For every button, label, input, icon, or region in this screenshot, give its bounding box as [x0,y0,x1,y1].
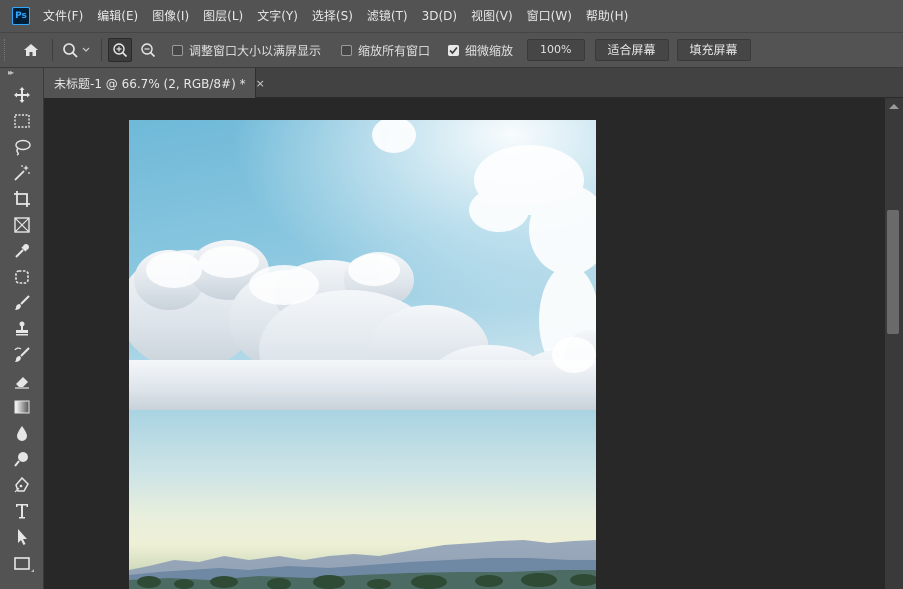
resize-windows-checkbox[interactable] [172,44,183,56]
menu-bar: Ps 文件(F) 编辑(E) 图像(I) 图层(L) 文字(Y) 选择(S) 滤… [0,0,903,32]
scrollbar-thumb[interactable] [887,210,899,334]
document-tab[interactable]: 未标题-1 @ 66.7% (2, RGB/8#) * × [44,68,265,98]
options-bar: 调整窗口大小以满屏显示 缩放所有窗口 细微缩放 100% 适合屏幕 填充屏幕 [0,32,903,68]
resize-windows-option[interactable]: 调整窗口大小以满屏显示 [172,42,321,59]
lasso-tool-icon[interactable] [0,134,44,160]
brush-tool-icon[interactable] [0,290,44,316]
type-tool-icon[interactable] [0,498,44,524]
options-separator [101,39,102,61]
menu-type[interactable]: 文字(Y) [250,0,305,32]
eraser-tool-icon[interactable] [0,368,44,394]
path-select-tool-icon[interactable] [0,524,44,550]
scrubby-zoom-option[interactable]: 细微缩放 [448,42,513,59]
sky-image [129,120,596,410]
rectangle-tool-icon[interactable] [0,550,44,576]
checkmark-icon [449,46,458,54]
options-bar-grip[interactable] [4,39,8,61]
stamp-tool-icon[interactable] [0,316,44,342]
zoom-all-windows-checkbox[interactable] [341,44,353,56]
tools-panel: ▸▸ [0,68,44,589]
mountains-image [129,540,596,589]
document-tab-title: 未标题-1 @ 66.7% (2, RGB/8#) * [54,76,246,91]
magic-wand-tool-icon[interactable] [0,160,44,186]
menu-view[interactable]: 视图(V) [464,0,520,32]
gradient-tool-icon[interactable] [0,394,44,420]
zoom-in-icon[interactable] [108,38,132,62]
menu-edit[interactable]: 编辑(E) [90,0,145,32]
document-canvas[interactable] [129,120,596,589]
resize-windows-label: 调整窗口大小以满屏显示 [189,43,322,58]
close-icon[interactable]: × [256,77,265,90]
photoshop-logo[interactable]: Ps [12,7,30,25]
pen-tool-icon[interactable] [0,472,44,498]
canvas-view[interactable] [44,98,885,589]
marquee-tool-icon[interactable] [0,108,44,134]
patch-tool-icon[interactable] [0,264,44,290]
zoom-out-icon[interactable] [136,38,160,62]
landscape-image [129,410,596,589]
fit-screen-button[interactable]: 适合屏幕 [594,39,669,61]
zoom-percent-field[interactable]: 100% [527,39,585,61]
crop-tool-icon[interactable] [0,186,44,212]
zoom-all-windows-option[interactable]: 缩放所有窗口 [341,42,430,59]
blur-tool-icon[interactable] [0,420,44,446]
zoom-preset-picker[interactable] [59,38,95,62]
eyedropper-tool-icon[interactable] [0,238,44,264]
dodge-tool-icon[interactable] [0,446,44,472]
history-brush-tool-icon[interactable] [0,342,44,368]
scrubby-zoom-label: 细微缩放 [465,43,514,58]
document-tab-bar: 未标题-1 @ 66.7% (2, RGB/8#) * × [44,68,903,98]
options-separator [52,39,53,61]
vertical-scrollbar[interactable] [885,98,903,589]
menu-file[interactable]: 文件(F) [36,0,90,32]
tools-panel-collapse[interactable]: ▸▸ [0,68,43,78]
menu-filter[interactable]: 滤镜(T) [360,0,415,32]
menu-select[interactable]: 选择(S) [305,0,360,32]
frame-tool-icon[interactable] [0,212,44,238]
fill-screen-button[interactable]: 填充屏幕 [676,39,751,61]
move-tool-icon[interactable] [0,82,44,108]
menu-image[interactable]: 图像(I) [145,0,196,32]
scrubby-zoom-checkbox[interactable] [448,44,460,56]
home-icon[interactable] [16,38,46,62]
document-area: 未标题-1 @ 66.7% (2, RGB/8#) * × [44,68,903,589]
clouds-image [129,120,596,410]
zoom-all-windows-label: 缩放所有窗口 [358,43,431,58]
scroll-up-icon[interactable] [889,104,899,109]
menu-help[interactable]: 帮助(H) [579,0,635,32]
menu-layer[interactable]: 图层(L) [196,0,250,32]
menu-3d[interactable]: 3D(D) [415,0,464,32]
menu-window[interactable]: 窗口(W) [520,0,579,32]
